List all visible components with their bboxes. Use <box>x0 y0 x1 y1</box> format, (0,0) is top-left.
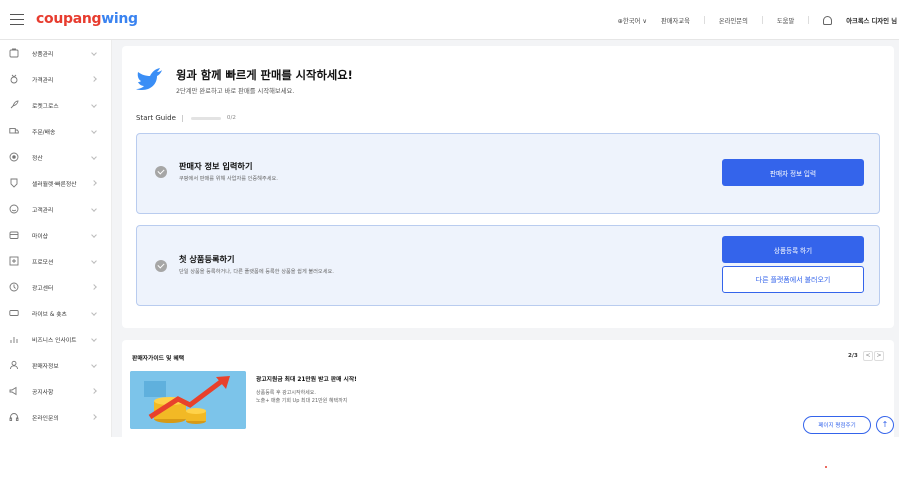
ad-description-line: 노출+ 매출 기회 Up 최대 21만원 혜택까지 <box>256 398 348 404</box>
ad-title[interactable]: 광고지원금 최대 21만원 받고 판매 시작! <box>256 374 357 383</box>
check-circle-icon <box>155 260 167 272</box>
sidebar: 상품관리 가격관리 로켓그로스 주문/배송 정산 셀러월렛·빠른정산 고객관리 <box>0 40 112 437</box>
scroll-to-top-button[interactable]: ↑ <box>876 416 894 434</box>
top-nav: ⊕한국어 ∨ 판매자교육 온라인문의 도움말 아크록스 디자인 님 <box>618 0 899 40</box>
ad-banner-image[interactable] <box>130 371 246 429</box>
ad-description-line: 상품등록 후 광고시작하세요. <box>256 390 316 396</box>
sidebar-item-seller-wallet[interactable]: 셀러월렛·빠른정산 <box>0 170 112 196</box>
rate-page-button[interactable]: 페이지 평점주기 <box>803 416 871 434</box>
chevron-down-icon <box>91 102 97 108</box>
top-bar: coupangwing ⊕한국어 ∨ 판매자교육 온라인문의 도움말 아크록스 … <box>0 0 899 40</box>
check-circle-icon <box>155 166 167 178</box>
chevron-down-icon <box>91 232 97 238</box>
coin-icon <box>9 152 19 162</box>
customer-icon <box>9 204 19 214</box>
sidebar-item-online-inquiry[interactable]: 온라인문의 <box>0 404 112 430</box>
coupang-wing-logo[interactable]: coupangwing <box>36 11 138 27</box>
ad-icon <box>9 282 19 292</box>
live-icon <box>9 310 19 316</box>
wing-bird-icon <box>136 68 162 90</box>
sidebar-item-customer[interactable]: 고객관리 <box>0 196 112 222</box>
welcome-subtitle: 2단계만 완료하고 바로 판매를 시작해보세요. <box>176 88 295 95</box>
sidebar-item-seller-info[interactable]: 판매자정보 <box>0 352 112 378</box>
sidebar-item-ad-center[interactable]: 광고센터 <box>0 274 112 300</box>
product-icon <box>9 48 19 58</box>
shop-icon <box>9 231 19 239</box>
sidebar-item-notice[interactable]: 공지사항 <box>0 378 112 404</box>
sidebar-item-promotion[interactable]: 프로모션 <box>0 248 112 274</box>
price-icon <box>10 74 18 84</box>
chart-icon <box>10 337 18 343</box>
start-guide-progress: Start Guide 0/2 <box>136 114 236 122</box>
sidebar-item-order-delivery[interactable]: 주문/배송 <box>0 118 112 144</box>
megaphone-icon <box>9 386 17 396</box>
nav-help[interactable]: 도움말 <box>777 16 794 25</box>
chevron-down-icon <box>91 362 97 368</box>
chevron-down-icon <box>91 128 97 134</box>
step-title: 판매자 정보 입력하기 <box>179 161 253 171</box>
start-guide-card: 윙과 함께 빠르게 판매를 시작하세요! 2단계만 완료하고 바로 판매를 시작… <box>122 46 894 328</box>
promotion-icon <box>9 256 19 266</box>
divider <box>808 16 810 24</box>
progress-count: 0/2 <box>226 115 236 121</box>
sidebar-item-business-insight[interactable]: 비즈니스 인사이트 <box>0 326 112 352</box>
progress-bar <box>190 116 221 120</box>
language-select[interactable]: ⊕한국어 ∨ <box>618 16 647 25</box>
chevron-down-icon <box>91 336 97 342</box>
chevron-down-icon <box>91 50 97 56</box>
divider <box>761 16 763 24</box>
import-from-platform-button[interactable]: 다른 플랫폼에서 불러오기 <box>722 266 864 293</box>
step-first-product: 첫 상품등록하기 단일 상품을 등록하거나, 다른 플랫폼에 등록한 상품을 쉽… <box>136 225 880 306</box>
chevron-right-icon <box>91 180 97 186</box>
wallet-icon <box>10 178 18 188</box>
chevron-down-icon <box>91 206 97 212</box>
user-icon <box>10 360 18 370</box>
step-title: 첫 상품등록하기 <box>179 254 235 264</box>
seller-guide-card: 판매자가이드 및 혜택 2/3 < > 광고지원금 최대 21만원 받고 판매 … <box>122 340 894 437</box>
step-description: 쿠팡에서 판매를 위해 사업자를 인증해주세요. <box>179 176 278 182</box>
bell-icon[interactable] <box>823 15 833 25</box>
chevron-right-icon <box>91 414 97 420</box>
guide-next-button[interactable]: > <box>874 351 884 361</box>
sidebar-item-live-shorts[interactable]: 라이브 & 숏츠 <box>0 300 112 326</box>
nav-online-inquiry[interactable]: 온라인문의 <box>719 16 748 25</box>
divider <box>703 16 705 24</box>
sidebar-item-product[interactable]: 상품관리 <box>0 40 112 66</box>
divider <box>181 114 183 122</box>
menu-icon[interactable] <box>10 14 24 25</box>
chevron-right-icon <box>91 76 97 82</box>
start-guide-label: Start Guide <box>136 114 176 122</box>
sidebar-item-rocket-growth[interactable]: 로켓그로스 <box>0 92 112 118</box>
chevron-down-icon <box>91 310 97 316</box>
welcome-title: 윙과 함께 빠르게 판매를 시작하세요! <box>176 69 353 82</box>
step-seller-info: 판매자 정보 입력하기 쿠팡에서 판매를 위해 사업자를 인증해주세요. 판매자… <box>136 133 880 214</box>
sidebar-item-price[interactable]: 가격관리 <box>0 66 112 92</box>
truck-icon <box>9 128 19 134</box>
rocket-icon <box>10 100 19 109</box>
step-description: 단일 상품을 등록하거나, 다른 플랫폼에 등록한 상품을 쉽게 불러오세요. <box>179 269 334 275</box>
enter-seller-info-button[interactable]: 판매자 정보 입력 <box>722 159 864 186</box>
sidebar-item-myshop[interactable]: 마이샵 <box>0 222 112 248</box>
nav-seller-education[interactable]: 판매자교육 <box>661 16 690 25</box>
coins-growth-illustration <box>130 371 246 429</box>
chevron-right-icon <box>91 388 97 394</box>
user-name[interactable]: 아크록스 디자인 님 <box>846 16 897 25</box>
sidebar-item-settlement[interactable]: 정산 <box>0 144 112 170</box>
chevron-down-icon <box>91 154 97 160</box>
register-product-button[interactable]: 상품등록 하기 <box>722 236 864 263</box>
red-dot <box>825 466 827 468</box>
guide-title: 판매자가이드 및 혜택 <box>132 356 185 362</box>
chevron-down-icon <box>91 258 97 264</box>
headset-icon <box>9 413 19 421</box>
app-window: coupangwing ⊕한국어 ∨ 판매자교육 온라인문의 도움말 아크록스 … <box>0 0 899 437</box>
chevron-right-icon <box>91 284 97 290</box>
guide-page-indicator: 2/3 <box>848 353 858 359</box>
guide-prev-button[interactable]: < <box>863 351 873 361</box>
